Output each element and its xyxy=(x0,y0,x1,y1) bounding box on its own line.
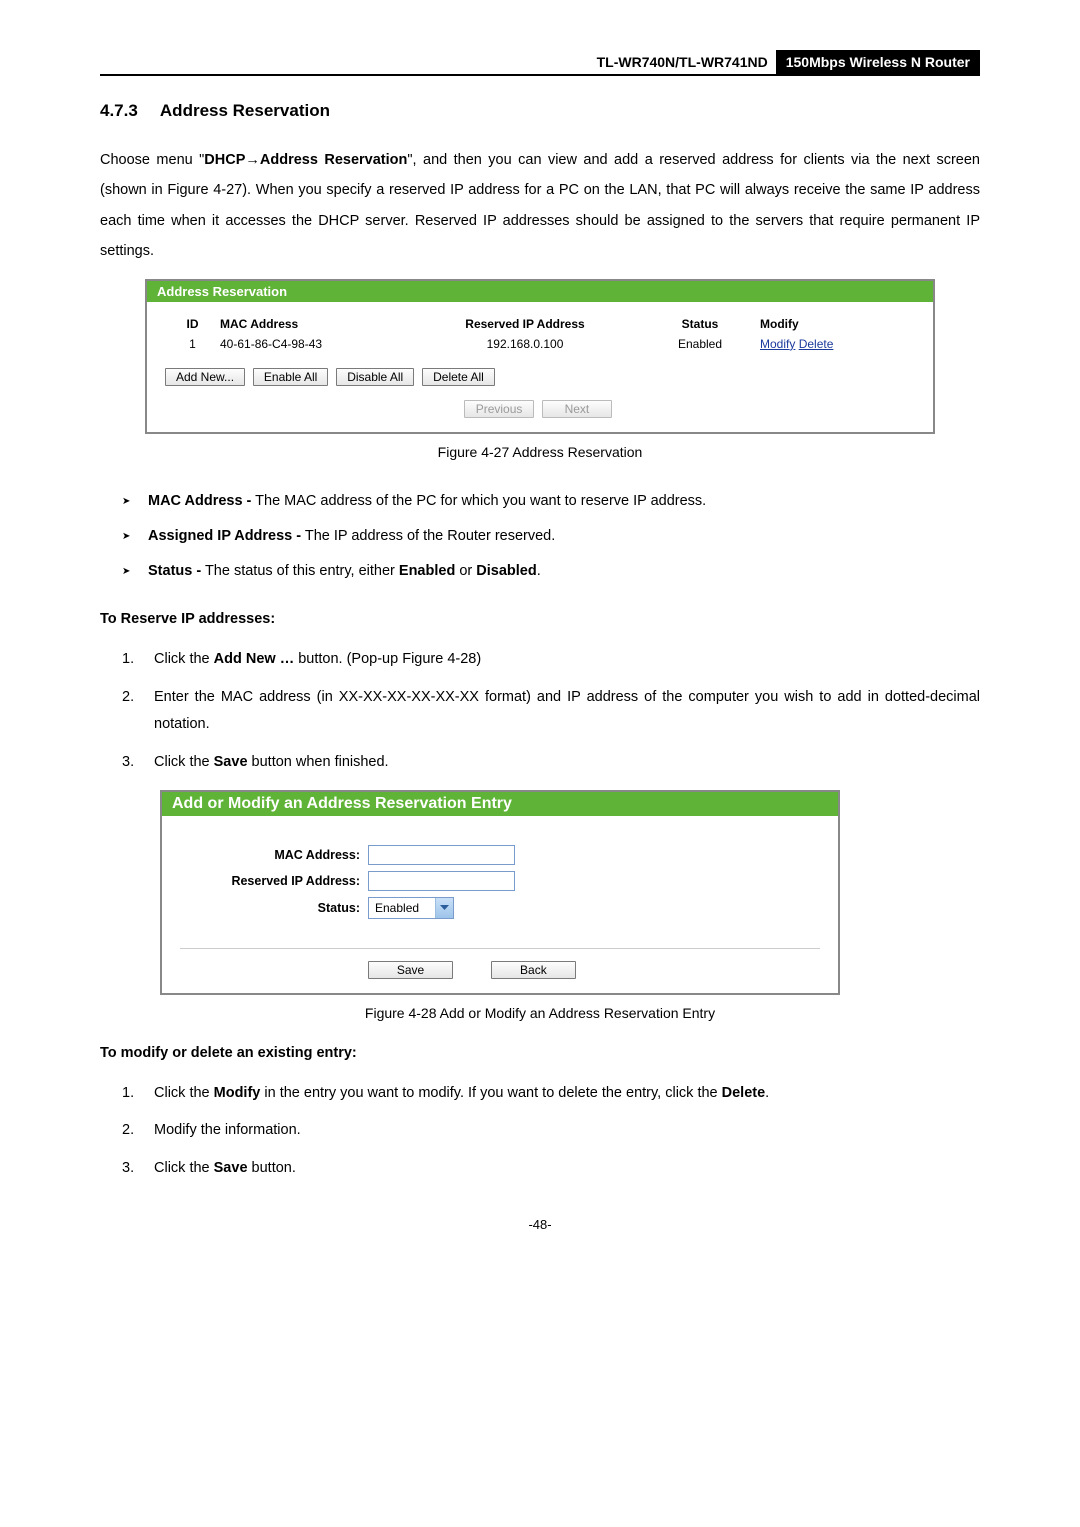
modify-link[interactable]: Modify xyxy=(760,337,795,351)
section-number: 4.7.3 xyxy=(100,101,138,120)
status-value: Enabled xyxy=(369,901,435,915)
header-product: 150Mbps Wireless N Router xyxy=(776,50,980,74)
save-button[interactable]: Save xyxy=(368,961,453,979)
list-item: 2. Enter the MAC address (in XX-XX-XX-XX… xyxy=(122,679,980,744)
figure-4-27: Address Reservation ID MAC Address Reser… xyxy=(145,279,935,434)
form-area: MAC Address: Reserved IP Address: Status… xyxy=(180,828,820,930)
col-id: ID xyxy=(165,317,220,331)
chevron-down-icon xyxy=(435,898,453,918)
bullet-item: Status - The status of this entry, eithe… xyxy=(122,554,980,589)
delete-all-button[interactable]: Delete All xyxy=(422,368,495,386)
page-header: TL-WR740N/TL-WR741ND 150Mbps Wireless N … xyxy=(100,50,980,76)
back-button[interactable]: Back xyxy=(491,961,576,979)
previous-button: Previous xyxy=(464,400,534,418)
action-button-row: Add New... Enable All Disable All Delete… xyxy=(165,368,915,386)
figure-title-bar: Add or Modify an Address Reservation Ent… xyxy=(162,792,838,816)
list-item: 2. Modify the information. xyxy=(122,1112,980,1150)
bullet-list: MAC Address - The MAC address of the PC … xyxy=(122,484,980,590)
col-mac: MAC Address xyxy=(220,317,410,331)
page-number: -48- xyxy=(100,1217,980,1232)
enable-all-button[interactable]: Enable All xyxy=(253,368,328,386)
form-row-ip: Reserved IP Address: xyxy=(180,868,820,894)
bullet-item: Assigned IP Address - The IP address of … xyxy=(122,519,980,554)
status-label: Status: xyxy=(180,901,368,915)
cell-status: Enabled xyxy=(640,337,760,351)
cell-mac: 40-61-86-C4-98-43 xyxy=(220,337,410,351)
cell-id: 1 xyxy=(165,337,220,351)
list-item: 1. Click the Modify in the entry you wan… xyxy=(122,1075,980,1113)
section-heading: 4.7.3 Address Reservation xyxy=(100,101,980,121)
figure-title-bar: Address Reservation xyxy=(147,281,933,302)
bullet-item: MAC Address - The MAC address of the PC … xyxy=(122,484,980,519)
mac-label: MAC Address: xyxy=(180,848,368,862)
status-select[interactable]: Enabled xyxy=(368,897,454,919)
intro-paragraph: Choose menu "DHCP→Address Reservation", … xyxy=(100,145,980,267)
list-item: 1. Click the Add New … button. (Pop-up F… xyxy=(122,641,980,679)
table-header-row: ID MAC Address Reserved IP Address Statu… xyxy=(165,314,915,334)
ip-label: Reserved IP Address: xyxy=(180,874,368,888)
pager-row: Previous Next xyxy=(165,400,915,418)
mac-input[interactable] xyxy=(368,845,515,865)
list-item: 3. Click the Save button when finished. xyxy=(122,744,980,782)
cell-modify: Modify Delete xyxy=(760,337,915,351)
ip-input[interactable] xyxy=(368,871,515,891)
figure-4-28-caption: Figure 4-28 Add or Modify an Address Res… xyxy=(100,1005,980,1021)
disable-all-button[interactable]: Disable All xyxy=(336,368,414,386)
form-row-status: Status: Enabled xyxy=(180,894,820,922)
list-item: 3. Click the Save button. xyxy=(122,1150,980,1188)
section-title-text: Address Reservation xyxy=(160,101,330,120)
reservation-table: ID MAC Address Reserved IP Address Statu… xyxy=(165,314,915,354)
form-row-mac: MAC Address: xyxy=(180,842,820,868)
next-button: Next xyxy=(542,400,612,418)
save-button-row: Save Back xyxy=(180,948,820,979)
add-new-button[interactable]: Add New... xyxy=(165,368,245,386)
delete-link[interactable]: Delete xyxy=(799,337,834,351)
header-model: TL-WR740N/TL-WR741ND xyxy=(100,50,776,74)
reserve-heading: To Reserve IP addresses: xyxy=(100,611,980,627)
col-status: Status xyxy=(640,317,760,331)
modify-heading: To modify or delete an existing entry: xyxy=(100,1045,980,1061)
table-row: 1 40-61-86-C4-98-43 192.168.0.100 Enable… xyxy=(165,334,915,354)
figure-4-28: Add or Modify an Address Reservation Ent… xyxy=(160,790,840,995)
col-modify: Modify xyxy=(760,317,915,331)
figure-4-27-caption: Figure 4-27 Address Reservation xyxy=(100,444,980,460)
cell-ip: 192.168.0.100 xyxy=(410,337,640,351)
reserve-steps: 1. Click the Add New … button. (Pop-up F… xyxy=(122,641,980,781)
col-ip: Reserved IP Address xyxy=(410,317,640,331)
modify-steps: 1. Click the Modify in the entry you wan… xyxy=(122,1075,980,1188)
